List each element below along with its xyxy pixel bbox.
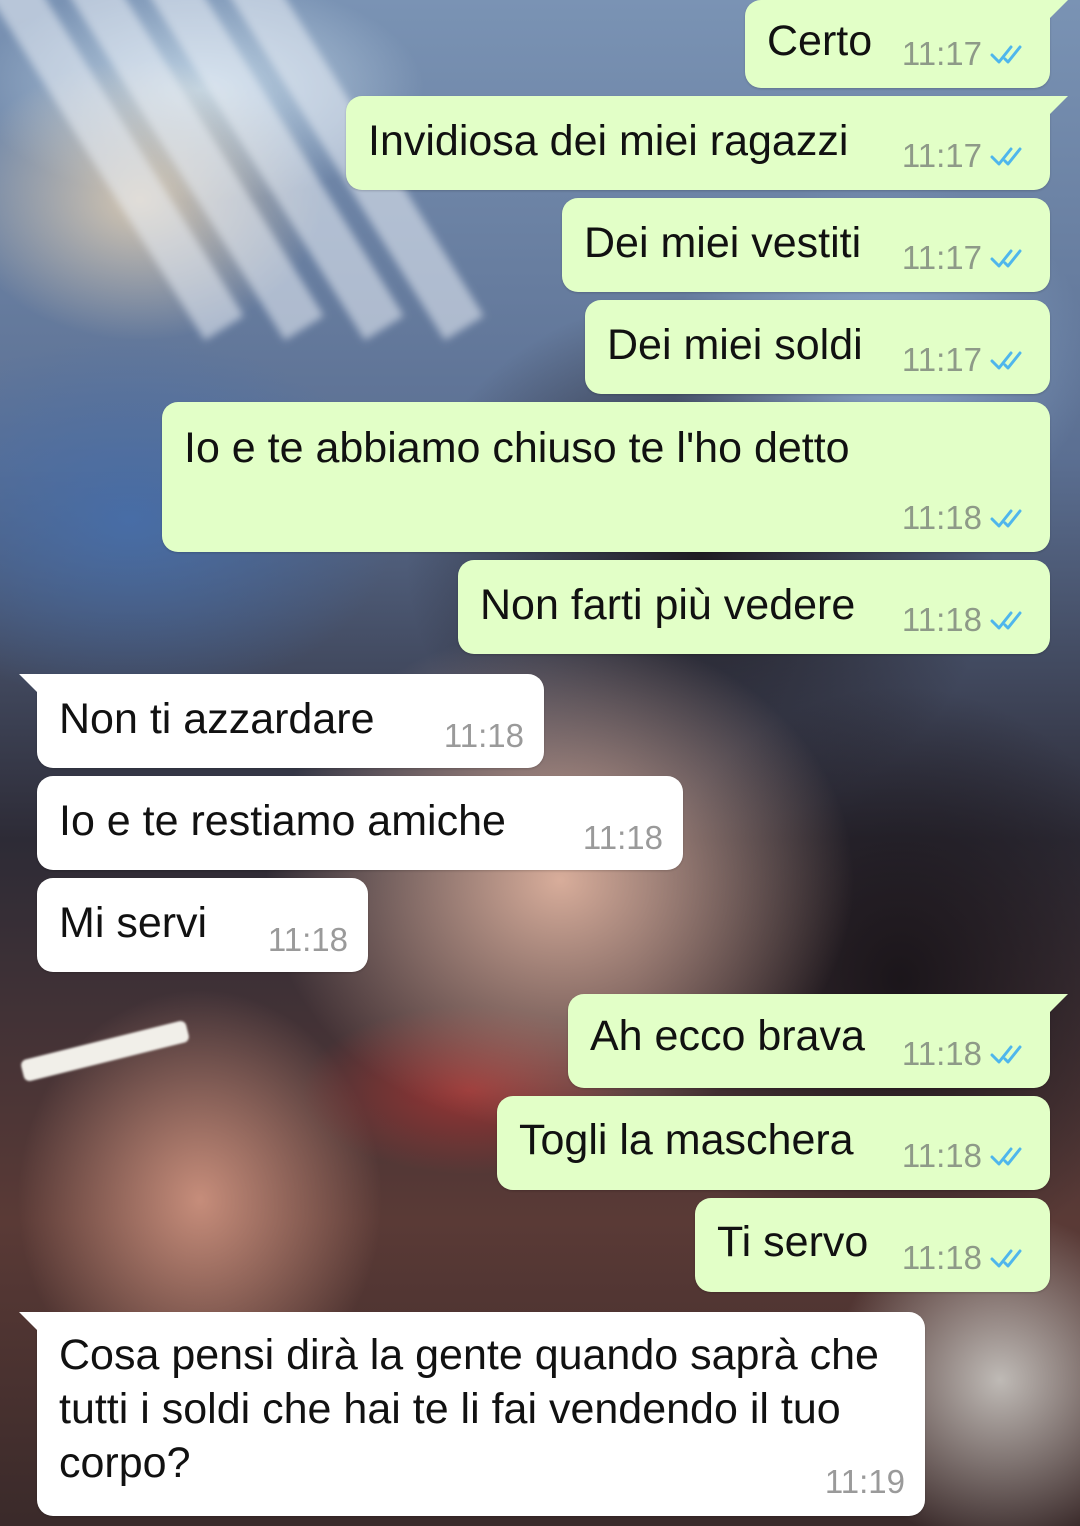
message-text: Certo: [767, 17, 873, 65]
double-check-icon: [990, 1045, 1022, 1064]
incoming-message[interactable]: Cosa pensi dirà la gente quando saprà ch…: [19, 1312, 925, 1516]
message-meta: 11:18: [902, 602, 1030, 638]
message-text: Cosa pensi dirà la gente quando saprà ch…: [59, 1331, 879, 1487]
outgoing-message[interactable]: Togli la maschera 11:18: [497, 1096, 1050, 1190]
double-check-icon: [990, 1249, 1022, 1268]
outgoing-message[interactable]: Ti servo 11:18: [695, 1198, 1050, 1292]
message-time: 11:18: [901, 601, 982, 638]
message-time: 11:18: [267, 921, 348, 958]
message-time: 11:18: [443, 717, 524, 754]
message-meta: 11:18: [902, 1240, 1030, 1276]
double-check-icon: [990, 1147, 1022, 1166]
message-text: Dei miei soldi: [607, 321, 863, 369]
message-meta: 11:18: [902, 1138, 1030, 1174]
message-time: 11:18: [582, 819, 663, 856]
outgoing-message[interactable]: Ah ecco brava 11:18: [568, 994, 1068, 1088]
outgoing-message[interactable]: Certo 11:17: [745, 0, 1068, 88]
message-meta: 11:18: [444, 718, 524, 754]
message-text: Non farti più vedere: [480, 581, 856, 629]
double-check-icon: [990, 611, 1022, 630]
message-time: 11:18: [901, 1239, 982, 1276]
message-text: Io e te restiamo amiche: [59, 797, 506, 845]
message-text: Non ti azzardare: [59, 695, 375, 743]
outgoing-message[interactable]: Dei miei vestiti 11:17: [562, 198, 1050, 292]
message-time: 11:18: [901, 1035, 982, 1072]
double-check-icon: [990, 45, 1022, 64]
message-time: 11:17: [901, 239, 982, 276]
message-text: Ti servo: [717, 1218, 869, 1266]
double-check-icon: [990, 509, 1022, 528]
message-time: 11:17: [901, 137, 982, 174]
message-text: Mi servi: [59, 899, 208, 947]
message-meta: 11:18: [902, 1036, 1030, 1072]
message-meta: 11:17: [902, 342, 1030, 378]
incoming-message[interactable]: Io e te restiamo amiche 11:18: [37, 776, 683, 870]
double-check-icon: [990, 351, 1022, 370]
outgoing-message[interactable]: Dei miei soldi 11:17: [585, 300, 1050, 394]
incoming-message[interactable]: Mi servi 11:18: [37, 878, 368, 972]
message-text: Ah ecco brava: [590, 1012, 865, 1060]
message-meta: 11:18: [902, 500, 1030, 536]
message-time: 11:17: [901, 35, 982, 72]
message-list[interactable]: Certo 11:17 Invidiosa dei miei ragazzi 1…: [0, 0, 1080, 1526]
message-text: Dei miei vestiti: [584, 219, 862, 267]
message-meta: 11:19: [825, 1464, 905, 1500]
outgoing-message[interactable]: Io e te abbiamo chiuso te l'ho detto 11:…: [162, 402, 1050, 552]
message-time: 11:18: [901, 499, 982, 536]
message-meta: 11:18: [268, 922, 348, 958]
message-time: 11:19: [824, 1463, 905, 1500]
message-text: Io e te abbiamo chiuso te l'ho detto: [184, 424, 850, 472]
message-meta: 11:17: [902, 240, 1030, 276]
double-check-icon: [990, 147, 1022, 166]
message-meta: 11:18: [583, 820, 663, 856]
message-meta: 11:17: [902, 36, 1030, 72]
double-check-icon: [990, 249, 1022, 268]
outgoing-message[interactable]: Invidiosa dei miei ragazzi 11:17: [346, 96, 1068, 190]
message-meta: 11:17: [902, 138, 1030, 174]
message-time: 11:17: [901, 341, 982, 378]
message-time: 11:18: [901, 1137, 982, 1174]
message-text: Togli la maschera: [519, 1116, 854, 1164]
outgoing-message[interactable]: Non farti più vedere 11:18: [458, 560, 1050, 654]
incoming-message[interactable]: Non ti azzardare 11:18: [19, 674, 544, 768]
message-text: Invidiosa dei miei ragazzi: [368, 117, 849, 165]
